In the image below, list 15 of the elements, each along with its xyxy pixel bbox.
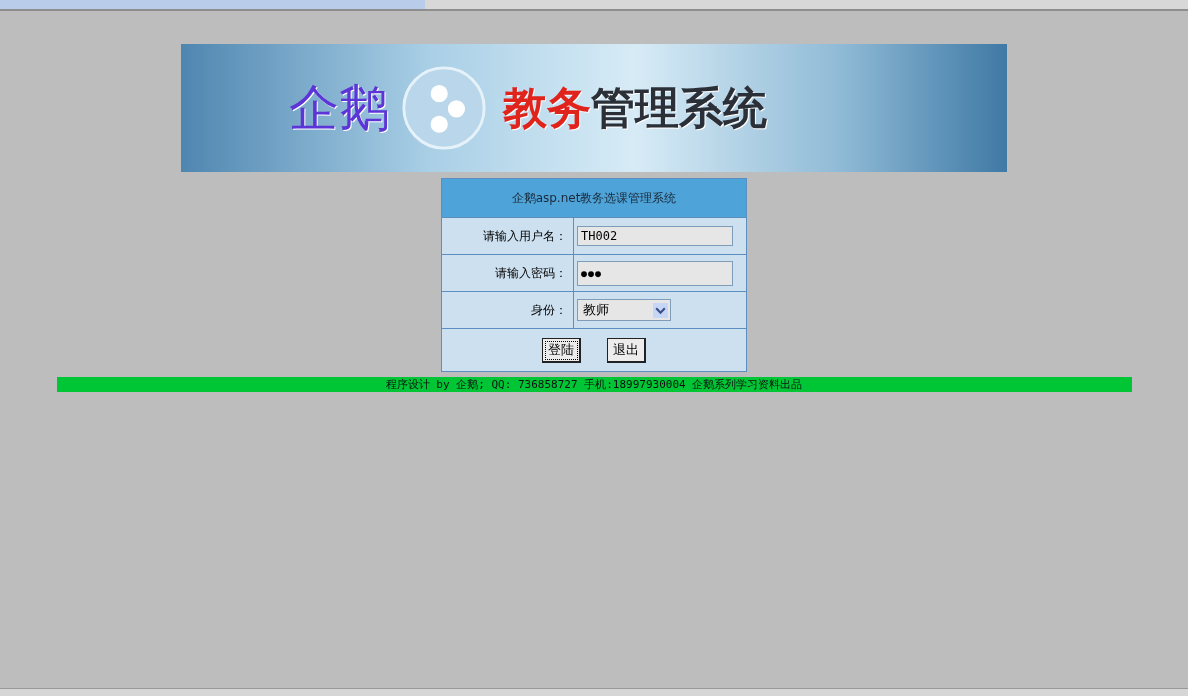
banner-title: 管理系统 (591, 80, 767, 135)
username-label: 请输入用户名： (483, 227, 567, 245)
dropdown-caret-icon (653, 302, 668, 318)
orb-logo-icon (401, 65, 487, 151)
banner-title-accent: 教务 (503, 80, 591, 135)
password-field[interactable]: ●●● (577, 260, 733, 286)
exit-button[interactable]: 退出 (607, 337, 646, 363)
role-dropdown[interactable]: 教师 (577, 299, 671, 321)
banner-brand: 企鹅 (289, 77, 389, 139)
footer-bar: 程序设计 by 企鹅; QQ: 736858727 手机:18997930004 企鹅系列学习资料出品 (56, 377, 1132, 392)
login-button[interactable]: 登陆 (542, 337, 581, 363)
username-field[interactable]: TH002 (577, 226, 733, 246)
password-label: 请输入密码： (495, 264, 567, 282)
role-label: 身份： (531, 301, 567, 319)
login-title: 企鹅asp.net教务选课管理系统 (442, 179, 746, 218)
